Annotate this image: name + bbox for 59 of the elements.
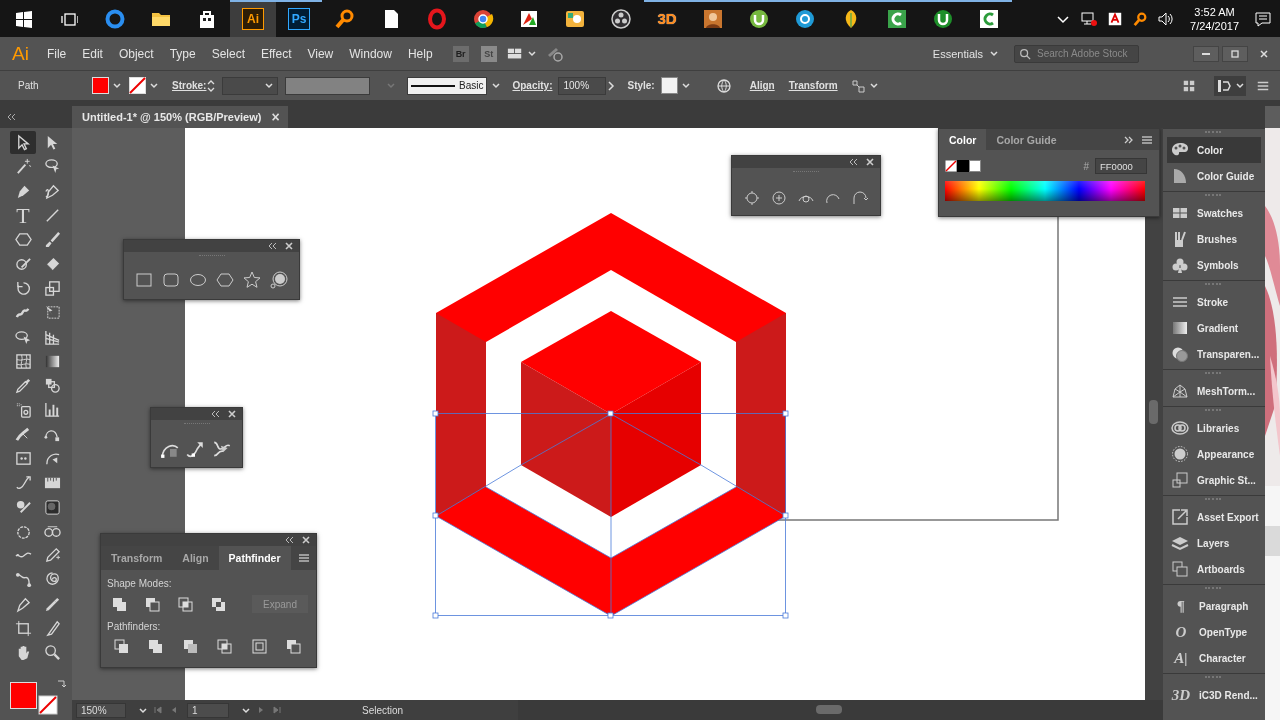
- menu-item[interactable]: Help: [399, 46, 441, 61]
- hex-label: #: [1083, 160, 1089, 172]
- dock-item[interactable]: 3D iC3D Rend...: [1167, 682, 1261, 708]
- taskbar-button[interactable]: Ai: [230, 0, 276, 37]
- dock-item[interactable]: MeshTorm...: [1167, 378, 1261, 404]
- document-tab[interactable]: Untitled-1* @ 150% (RGB/Preview) ×: [72, 106, 288, 128]
- tab-close-button[interactable]: ×: [271, 109, 280, 125]
- menu-item[interactable]: Window: [341, 46, 400, 61]
- taskbar-button[interactable]: Ps: [276, 0, 322, 37]
- dock-item[interactable]: Appearance: [1167, 441, 1261, 467]
- search-field[interactable]: Search Adobe Stock: [1014, 44, 1139, 63]
- zoom-field[interactable]: 150%: [76, 702, 126, 718]
- menu-item[interactable]: Object: [110, 46, 162, 61]
- dock-item[interactable]: Gradient: [1167, 315, 1261, 341]
- dock-item[interactable]: Swatches: [1167, 200, 1261, 226]
- dock-item[interactable]: Symbols: [1167, 252, 1261, 278]
- dock-item[interactable]: Layers: [1167, 530, 1261, 556]
- menu-item[interactable]: Effect: [253, 46, 300, 61]
- dock-item[interactable]: Asset Export: [1167, 504, 1261, 530]
- taskbar-button[interactable]: 3D: [644, 0, 690, 37]
- dock-item[interactable]: ¶ Paragraph: [1167, 593, 1261, 619]
- opacity-label[interactable]: Opacity:: [512, 80, 553, 91]
- menu-item[interactable]: Edit: [74, 46, 111, 61]
- dock-item[interactable]: Artboards: [1167, 556, 1261, 582]
- align-link[interactable]: Align: [749, 80, 775, 91]
- transform-link[interactable]: Transform: [788, 80, 838, 91]
- bridge-button[interactable]: Br: [452, 45, 469, 62]
- dock-item[interactable]: O OpenType: [1167, 619, 1261, 645]
- style-label: Style:: [627, 80, 655, 91]
- menu-item[interactable]: View: [299, 46, 342, 61]
- dock-item[interactable]: Color: [1167, 137, 1261, 163]
- dock-item[interactable]: Color Guide: [1167, 163, 1261, 189]
- hex-field[interactable]: FF0000: [1095, 158, 1147, 174]
- artboard-field[interactable]: 1: [187, 702, 229, 718]
- panel-tab[interactable]: Color: [939, 129, 987, 150]
- dock-item[interactable]: Transparen...: [1167, 341, 1261, 367]
- panel-tab[interactable]: Color Guide: [986, 129, 1067, 150]
- brush-field[interactable]: Basic: [407, 76, 488, 95]
- current-tool-label: Selection: [362, 704, 404, 716]
- section-label: Pathfinders:: [106, 620, 162, 632]
- dock-item[interactable]: Graphic St...: [1167, 467, 1261, 493]
- panel-tab[interactable]: Align: [172, 546, 219, 570]
- dock-item[interactable]: Stroke: [1167, 289, 1261, 315]
- panel-tab[interactable]: Transform: [101, 546, 173, 570]
- dock-item[interactable]: Libraries: [1167, 415, 1261, 441]
- menu-item[interactable]: File: [38, 46, 75, 61]
- menu-item[interactable]: Select: [203, 46, 253, 61]
- tool-button[interactable]: T: [10, 203, 36, 228]
- clock[interactable]: 3:52 AM 7/24/2017: [1184, 4, 1245, 33]
- menu-item[interactable]: Type: [161, 46, 204, 61]
- panel-tab[interactable]: Pathfinder: [218, 546, 291, 570]
- dock-item[interactable]: Brushes: [1167, 226, 1261, 252]
- selection-label: Path: [18, 80, 40, 91]
- opacity-field[interactable]: 100%: [558, 76, 607, 95]
- workspace-switcher[interactable]: Essentials: [926, 47, 1008, 60]
- section-label: Shape Modes:: [106, 577, 173, 589]
- app-logo: Ai: [12, 42, 29, 65]
- dock-item[interactable]: A| Character: [1167, 645, 1261, 671]
- stroke-label[interactable]: Stroke:: [172, 80, 207, 91]
